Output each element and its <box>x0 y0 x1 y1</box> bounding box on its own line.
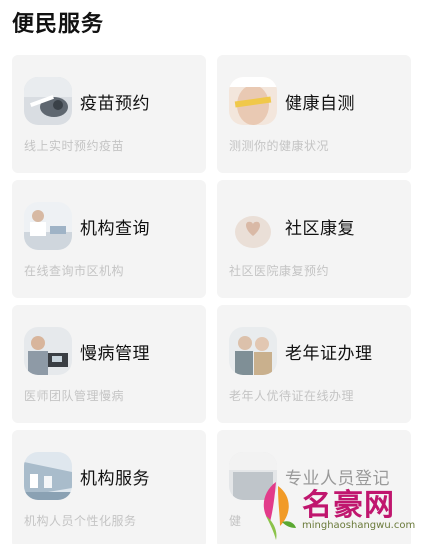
service-desc: 机构人员个性化服务 <box>24 514 137 528</box>
service-desc: 老年人优待证在线办理 <box>229 389 355 403</box>
watermark-brand: 名豪网 <box>302 488 395 523</box>
leaf-logo-icon <box>263 482 296 540</box>
service-desc: 健 <box>229 514 242 528</box>
services-page: 便民服务 疫苗预约 线上实时预约疫苗 健康自测 测测你的健康状况 机构查询 在线… <box>0 0 423 544</box>
service-card-senior-card[interactable]: 老年证办理 老年人优待证在线办理 <box>217 305 411 423</box>
service-desc: 在线查询市区机构 <box>24 264 125 278</box>
service-card-institution-search[interactable]: 机构查询 在线查询市区机构 <box>12 180 206 298</box>
service-desc: 社区医院康复预约 <box>229 264 330 278</box>
service-label: 健康自测 <box>285 94 355 114</box>
blood-pressure-photo-icon <box>24 327 72 375</box>
site-watermark: 名豪网 minghaoshangwu.com <box>252 476 422 542</box>
section-title: 便民服务 <box>12 12 105 37</box>
hospital-corridor-photo-icon <box>24 452 72 500</box>
service-desc: 测测你的健康状况 <box>229 139 330 153</box>
doctor-desk-photo-icon <box>24 202 72 250</box>
waist-measure-photo-icon <box>229 77 277 125</box>
vaccine-photo-icon <box>24 77 72 125</box>
service-label: 疫苗预约 <box>80 94 150 114</box>
service-desc: 线上实时预约疫苗 <box>24 139 125 153</box>
service-label: 慢病管理 <box>80 344 150 364</box>
service-card-institution-service[interactable]: 机构服务 机构人员个性化服务 <box>12 430 206 544</box>
service-card-health-test[interactable]: 健康自测 测测你的健康状况 <box>217 55 411 173</box>
service-card-community-rehab[interactable]: 社区康复 社区医院康复预约 <box>217 180 411 298</box>
service-card-chronic-care[interactable]: 慢病管理 医师团队管理慢病 <box>12 305 206 423</box>
elderly-couple-photo-icon <box>229 327 277 375</box>
watermark-url: minghaoshangwu.com <box>302 520 416 531</box>
service-label: 机构查询 <box>80 219 150 239</box>
service-desc: 医师团队管理慢病 <box>24 389 125 403</box>
service-label: 机构服务 <box>80 469 150 489</box>
service-card-vaccine[interactable]: 疫苗预约 线上实时预约疫苗 <box>12 55 206 173</box>
service-label: 社区康复 <box>285 219 355 239</box>
service-label: 老年证办理 <box>285 344 373 364</box>
heart-hands-photo-icon <box>229 202 277 250</box>
